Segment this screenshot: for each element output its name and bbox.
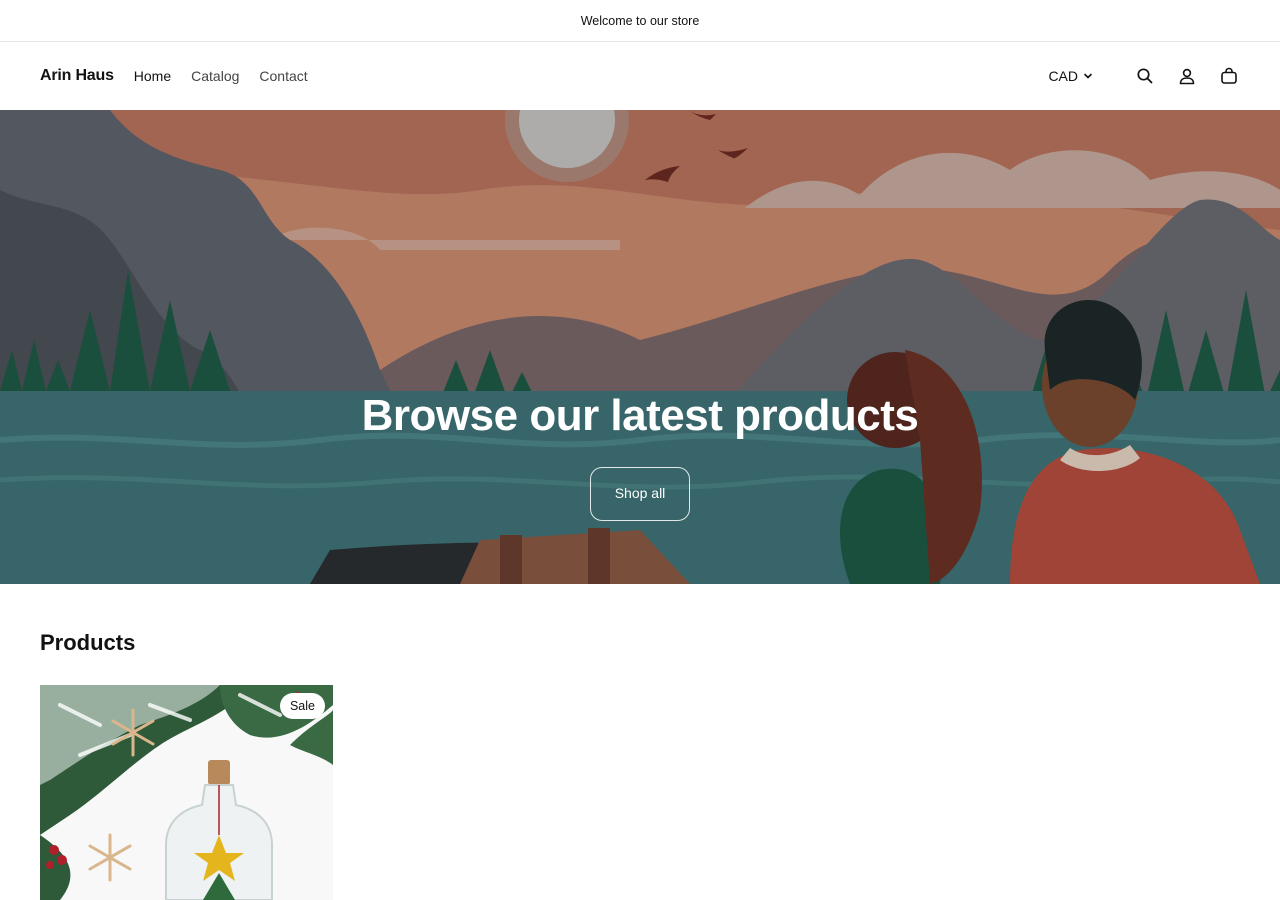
site-header: Arin Haus Home Catalog Contact CAD <box>0 42 1280 110</box>
nav-catalog[interactable]: Catalog <box>191 68 239 84</box>
nav-contact[interactable]: Contact <box>259 68 307 84</box>
currency-selector[interactable]: CAD <box>1048 68 1094 84</box>
hero-content: Browse our latest products Shop all <box>0 390 1280 521</box>
announcement-text: Welcome to our store <box>580 13 700 28</box>
store-logo[interactable]: Arin Haus <box>40 67 114 85</box>
announcement-bar: Welcome to our store <box>0 0 1280 42</box>
cart-icon[interactable] <box>1218 65 1240 87</box>
sale-badge: Sale <box>279 693 325 719</box>
search-icon[interactable] <box>1134 65 1156 87</box>
shop-all-button[interactable]: Shop all <box>590 466 690 521</box>
account-icon[interactable] <box>1176 65 1198 87</box>
currency-label: CAD <box>1048 68 1078 84</box>
chevron-down-icon <box>1084 73 1092 79</box>
product-card[interactable]: Sale <box>40 685 333 900</box>
header-actions: CAD <box>1048 65 1240 87</box>
main-nav: Home Catalog Contact <box>134 68 308 84</box>
products-heading: Products <box>40 630 136 655</box>
nav-home[interactable]: Home <box>134 68 171 84</box>
hero-banner: Browse our latest products Shop all <box>0 110 1280 584</box>
hero-title: Browse our latest products <box>361 391 919 440</box>
